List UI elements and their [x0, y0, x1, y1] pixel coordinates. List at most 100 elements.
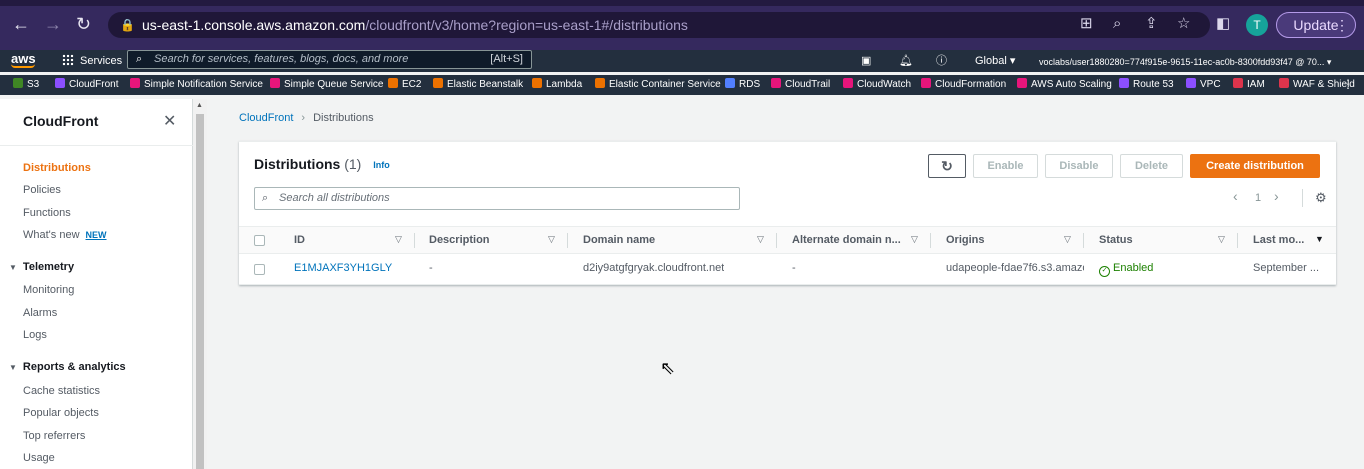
- sidebar-item-whats-new[interactable]: What's new NEW: [23, 229, 107, 241]
- bookmark-star-icon[interactable]: ☆: [1177, 15, 1190, 33]
- next-page-icon[interactable]: ›: [1274, 188, 1279, 204]
- cloudshell-icon[interactable]: ▣: [861, 53, 871, 69]
- service-icon: [771, 78, 781, 88]
- favorite-item[interactable]: CloudFront: [55, 78, 118, 92]
- sort-icon[interactable]: ▽: [757, 234, 764, 245]
- prev-page-icon[interactable]: ‹: [1233, 188, 1238, 204]
- column-alternate-domain[interactable]: Alternate domain n...: [792, 234, 901, 246]
- favorite-item[interactable]: Simple Notification Service: [130, 78, 263, 92]
- scroll-up-icon[interactable]: ▲: [196, 102, 203, 109]
- sidebar-item-monitoring[interactable]: Monitoring: [23, 284, 74, 296]
- favorite-label: Route 53: [1133, 79, 1174, 90]
- column-id[interactable]: ID: [294, 234, 305, 246]
- column-last-modified[interactable]: Last mo...: [1253, 234, 1304, 246]
- sidebar-title: CloudFront: [23, 113, 99, 129]
- help-icon[interactable]: ⓘ: [936, 53, 947, 69]
- favorite-item[interactable]: EC2: [388, 78, 421, 92]
- favorite-item[interactable]: Elastic Beanstalk: [433, 78, 523, 92]
- favorite-item[interactable]: CloudTrail: [771, 78, 830, 92]
- favorite-label: RDS: [739, 79, 761, 90]
- share-icon[interactable]: ⇪: [1145, 15, 1158, 33]
- scrollbar-thumb[interactable]: [196, 114, 204, 469]
- favorite-item[interactable]: S3: [13, 78, 39, 92]
- update-button[interactable]: Update ⋮: [1276, 12, 1356, 38]
- services-menu[interactable]: Services: [62, 53, 122, 69]
- address-bar[interactable]: 🔒 us-east-1.console.aws.amazon.com/cloudf…: [108, 12, 1210, 38]
- console-search-placeholder: Search for services, features, blogs, do…: [154, 53, 409, 65]
- side-panel-icon[interactable]: ◧: [1216, 15, 1230, 33]
- select-all-checkbox[interactable]: [254, 235, 265, 246]
- column-domain-name[interactable]: Domain name: [583, 234, 655, 246]
- sidebar-item-popular-objects[interactable]: Popular objects: [23, 407, 99, 419]
- sidebar-item-alarms[interactable]: Alarms: [23, 307, 57, 319]
- favorite-item[interactable]: Simple Queue Service: [270, 78, 384, 92]
- row-checkbox[interactable]: [254, 264, 265, 275]
- favorite-item[interactable]: AWS Auto Scaling: [1017, 78, 1112, 92]
- favorite-label: CloudFormation: [935, 79, 1007, 90]
- reload-icon[interactable]: ↻: [76, 14, 91, 34]
- notifications-icon[interactable]: 🔔︎: [899, 53, 913, 69]
- whats-new-label: What's new: [23, 229, 80, 241]
- translate-icon[interactable]: ⊞: [1080, 15, 1093, 33]
- panel-title: Distributions (1) Info: [254, 156, 390, 172]
- aws-logo[interactable]: aws: [11, 50, 36, 68]
- sort-icon[interactable]: ▽: [395, 234, 402, 245]
- page-number[interactable]: 1: [1255, 192, 1261, 204]
- favorites-more-icon[interactable]: ⋮: [1342, 77, 1354, 91]
- sort-descending-icon[interactable]: ▼: [1315, 234, 1324, 244]
- favorite-label: CloudWatch: [857, 79, 912, 90]
- settings-gear-icon[interactable]: ⚙: [1315, 190, 1327, 206]
- sort-icon[interactable]: ▽: [548, 234, 555, 245]
- column-origins[interactable]: Origins: [946, 234, 985, 246]
- close-icon[interactable]: ✕: [163, 111, 176, 131]
- sort-icon[interactable]: ▽: [911, 234, 918, 245]
- sidebar-item-functions[interactable]: Functions: [23, 207, 71, 219]
- info-link[interactable]: Info: [373, 160, 390, 170]
- sidebar-item-usage[interactable]: Usage: [23, 452, 55, 464]
- service-icon: [130, 78, 140, 88]
- create-distribution-button[interactable]: Create distribution: [1190, 154, 1320, 178]
- column-description[interactable]: Description: [429, 234, 490, 246]
- zoom-icon[interactable]: ⌕: [1113, 15, 1121, 33]
- sidebar-item-policies[interactable]: Policies: [23, 184, 61, 196]
- cell-status: ✓ Enabled: [1099, 262, 1153, 277]
- favorite-item[interactable]: CloudWatch: [843, 78, 911, 92]
- breadcrumb-cloudfront[interactable]: CloudFront: [239, 112, 293, 124]
- delete-button[interactable]: Delete: [1120, 154, 1183, 178]
- favorite-label: S3: [27, 79, 40, 90]
- distribution-id-link[interactable]: E1MJAXF3YH1GLY: [294, 262, 392, 274]
- favorite-label: Simple Notification Service: [144, 79, 263, 90]
- telemetry-section-toggle[interactable]: ▼ Telemetry: [9, 261, 74, 273]
- account-menu[interactable]: voclabs/user1880280=774f915e-9615-11ec-a…: [1039, 54, 1331, 70]
- favorite-label: IAM: [1247, 79, 1265, 90]
- caret-down-icon: ▼: [9, 363, 17, 372]
- service-icon: [1186, 78, 1196, 88]
- sidebar-item-distributions[interactable]: Distributions: [23, 162, 91, 174]
- reports-section-toggle[interactable]: ▼ Reports & analytics: [9, 361, 126, 373]
- profile-avatar[interactable]: T: [1246, 14, 1268, 36]
- refresh-button[interactable]: ↻: [928, 154, 966, 178]
- sidebar-item-cache-statistics[interactable]: Cache statistics: [23, 385, 100, 397]
- console-search-input[interactable]: ⌕ Search for services, features, blogs, …: [127, 50, 532, 69]
- favorite-item[interactable]: RDS: [725, 78, 760, 92]
- column-status[interactable]: Status: [1099, 234, 1133, 246]
- favorite-item[interactable]: Elastic Container Service: [595, 78, 721, 92]
- forward-icon[interactable]: →: [44, 14, 62, 34]
- column-separator: [567, 233, 568, 248]
- enable-button[interactable]: Enable: [973, 154, 1038, 178]
- column-separator: [1083, 233, 1084, 248]
- favorite-item[interactable]: CloudFormation: [921, 78, 1006, 92]
- favorite-item[interactable]: IAM: [1233, 78, 1265, 92]
- favorite-item[interactable]: VPC: [1186, 78, 1221, 92]
- favorite-item[interactable]: Lambda: [532, 78, 582, 92]
- sidebar-item-top-referrers[interactable]: Top referrers: [23, 430, 85, 442]
- sort-icon[interactable]: ▽: [1064, 234, 1071, 245]
- favorite-item[interactable]: Route 53: [1119, 78, 1174, 92]
- region-selector[interactable]: Global ▾: [975, 53, 1015, 69]
- sidebar-item-logs[interactable]: Logs: [23, 329, 47, 341]
- distributions-search-input[interactable]: ⌕ Search all distributions: [254, 187, 740, 210]
- sidebar-scrollbar[interactable]: ▲: [193, 99, 207, 469]
- sort-icon[interactable]: ▽: [1218, 234, 1225, 245]
- disable-button[interactable]: Disable: [1045, 154, 1113, 178]
- back-icon[interactable]: ←: [12, 14, 30, 34]
